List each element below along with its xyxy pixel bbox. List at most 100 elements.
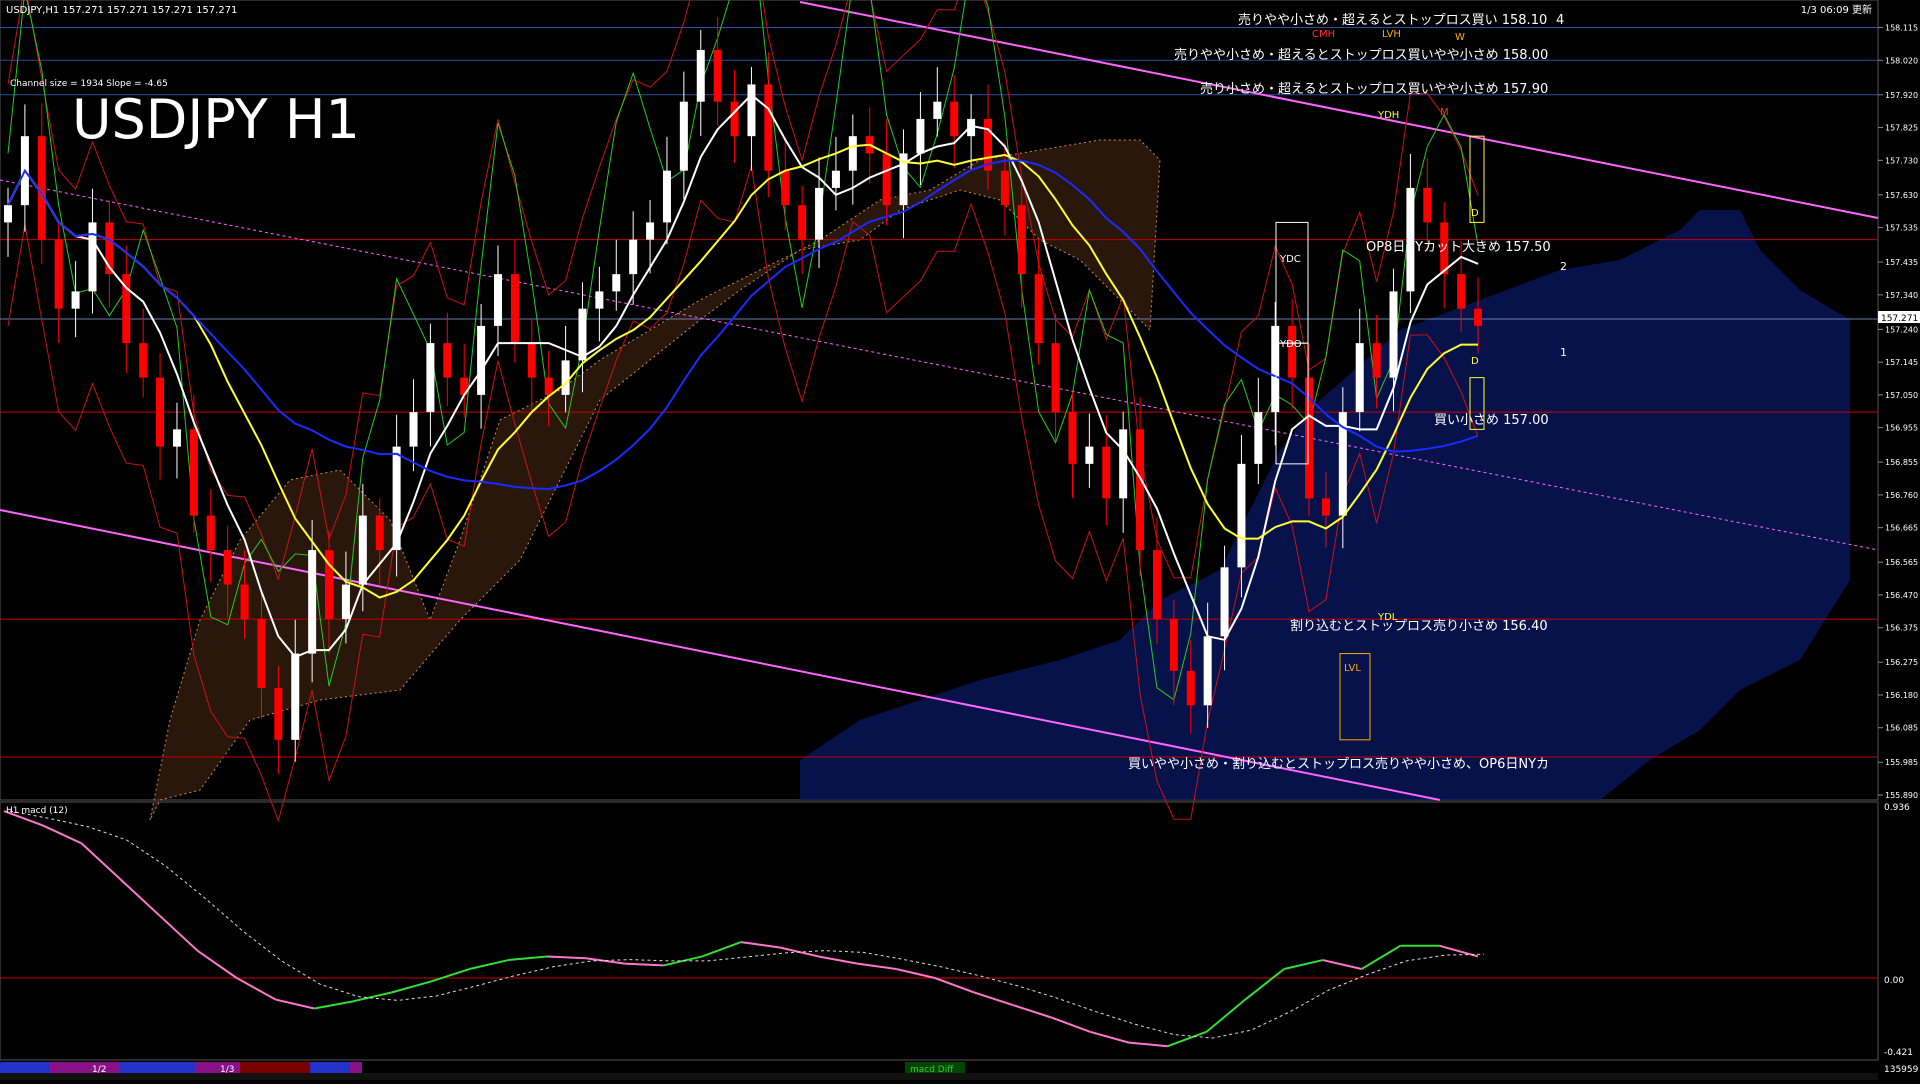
bull-candle bbox=[477, 325, 486, 395]
d-label-top: D bbox=[1471, 208, 1479, 219]
bear-candle bbox=[206, 515, 215, 551]
macd-scale-top: 0.936 bbox=[1884, 803, 1910, 813]
bear-candle bbox=[1017, 205, 1026, 275]
chart-title: USDJPY H1 bbox=[72, 88, 360, 151]
bull-candle bbox=[916, 118, 925, 154]
bear-candle bbox=[882, 153, 891, 206]
bear-candle bbox=[950, 101, 959, 137]
bull-candle bbox=[1237, 463, 1246, 568]
bear-candle bbox=[257, 619, 266, 689]
axis-tick-label: 156.855 bbox=[1885, 458, 1918, 467]
ydo-label: YDO bbox=[1279, 339, 1302, 350]
bull-candle bbox=[1119, 429, 1128, 499]
bull-candle bbox=[561, 360, 570, 395]
bear-candle bbox=[1186, 670, 1195, 706]
ydl-label: YDL bbox=[1377, 612, 1398, 623]
axis-tick-label: 157.825 bbox=[1885, 124, 1918, 133]
marker-1: 1 bbox=[1560, 346, 1567, 359]
datetime-label: 1/3 06:09 更新 bbox=[1801, 3, 1872, 16]
bear-candle bbox=[527, 343, 536, 378]
bull-candle bbox=[612, 274, 621, 292]
axis-tick-label: 156.665 bbox=[1885, 524, 1918, 533]
bear-candle bbox=[1474, 308, 1482, 326]
bull-candle bbox=[815, 187, 824, 240]
bull-candle bbox=[595, 291, 604, 309]
bull-candle bbox=[646, 222, 655, 240]
bear-candle bbox=[156, 377, 165, 447]
date-label-1: 1/2 bbox=[92, 1065, 106, 1075]
bear-candle bbox=[1051, 343, 1060, 413]
d-label-mid: D bbox=[1471, 356, 1479, 367]
axis-tick-label: 156.180 bbox=[1885, 691, 1918, 700]
bull-candle bbox=[358, 515, 367, 585]
ydh-label: YDH bbox=[1377, 110, 1399, 121]
bull-candle bbox=[494, 274, 502, 326]
annotation-158-10-suffix: 4 bbox=[1556, 13, 1564, 28]
bull-candle bbox=[933, 101, 942, 119]
m-label: M bbox=[1440, 107, 1449, 118]
annotation-157-90: 売り小さめ・超えるとストップロス買いやや小さめ 157.90 bbox=[1200, 81, 1548, 97]
symbol-info: USDJPY,H1 157.271 157.271 157.271 157.27… bbox=[6, 5, 237, 16]
axis-tick-label: 156.955 bbox=[1885, 424, 1918, 433]
current-price-value: 157.271 bbox=[1881, 314, 1918, 324]
ydc-label: YDC bbox=[1279, 254, 1301, 265]
bear-candle bbox=[223, 550, 232, 585]
bull-candle bbox=[308, 550, 317, 654]
price-chart[interactable]: 158.115 158.020 157.920 157.825 157.730 157.6… bbox=[0, 0, 1920, 1080]
bull-candle bbox=[4, 205, 12, 223]
bear-candle bbox=[1152, 550, 1161, 620]
w-label: W bbox=[1455, 32, 1465, 43]
bear-candle bbox=[1288, 325, 1297, 378]
annotation-157-00: 買い小さめ 157.00 bbox=[1434, 413, 1549, 428]
axis-tick-label: 156.470 bbox=[1885, 591, 1918, 600]
bull-candle bbox=[629, 239, 638, 275]
bull-candle bbox=[1355, 343, 1364, 413]
bull-candle bbox=[1085, 446, 1094, 464]
bear-candle bbox=[798, 205, 807, 240]
cmh-label: CMH bbox=[1312, 29, 1335, 40]
bear-candle bbox=[764, 84, 773, 171]
bear-candle bbox=[139, 343, 148, 378]
macd-label: H1 macd (12) bbox=[6, 806, 68, 816]
bear-candle bbox=[730, 101, 739, 137]
axis-tick-label: 158.020 bbox=[1885, 56, 1918, 65]
bull-candle bbox=[341, 584, 350, 620]
bull-candle bbox=[1203, 636, 1212, 706]
bull-candle bbox=[578, 308, 587, 361]
bear-candle bbox=[1372, 343, 1381, 378]
bull-candle bbox=[291, 653, 300, 740]
axis-tick-label: 157.340 bbox=[1885, 291, 1918, 300]
bear-candle bbox=[544, 377, 553, 395]
bear-candle bbox=[713, 49, 722, 102]
axis-tick-label: 156.085 bbox=[1885, 724, 1918, 733]
axis-tick-label: 157.050 bbox=[1885, 391, 1918, 400]
bull-candle bbox=[831, 170, 840, 188]
bull-candle bbox=[696, 49, 705, 102]
bear-candle bbox=[1321, 498, 1330, 516]
annotation-158-00: 売りやや小さめ・超えるとストップロス買いやや小さめ 158.00 bbox=[1174, 47, 1548, 63]
chart-window: 158.115 158.020 157.920 157.825 157.730 157.6… bbox=[0, 0, 1920, 1080]
axis-tick-label: 157.145 bbox=[1885, 358, 1918, 367]
macd-scale-bottom: -0.421 bbox=[1884, 1048, 1913, 1058]
axis-tick-label: 157.240 bbox=[1885, 325, 1918, 334]
bull-candle bbox=[71, 291, 80, 309]
date-label-2: 1/3 bbox=[220, 1065, 234, 1075]
axis-tick-label: 157.535 bbox=[1885, 224, 1918, 233]
macd-diff-label: macd Diff bbox=[910, 1065, 954, 1075]
bear-candle bbox=[1068, 412, 1077, 464]
axis-tick-label: 155.985 bbox=[1885, 758, 1918, 767]
annotation-157-50: OP8日NYカット大きめ 157.50 bbox=[1366, 240, 1551, 255]
bear-candle bbox=[37, 136, 46, 240]
annotation-158-10: 売りやや小さめ・超えるとストップロス買い 158.10 bbox=[1238, 12, 1547, 28]
axis-tick-label: 155.890 bbox=[1885, 791, 1918, 800]
bear-candle bbox=[54, 239, 63, 309]
axis-tick-label: 156.565 bbox=[1885, 558, 1918, 567]
bull-candle bbox=[426, 343, 435, 413]
bear-candle bbox=[1102, 446, 1111, 499]
bottom-right-value: 135959 bbox=[1884, 1065, 1919, 1075]
macd-scale-zero: 0.00 bbox=[1884, 976, 1904, 986]
lvh-label: LVH bbox=[1382, 29, 1401, 40]
axis-tick-label: 156.375 bbox=[1885, 624, 1918, 633]
bear-candle bbox=[1423, 187, 1432, 223]
bull-candle bbox=[88, 222, 97, 292]
